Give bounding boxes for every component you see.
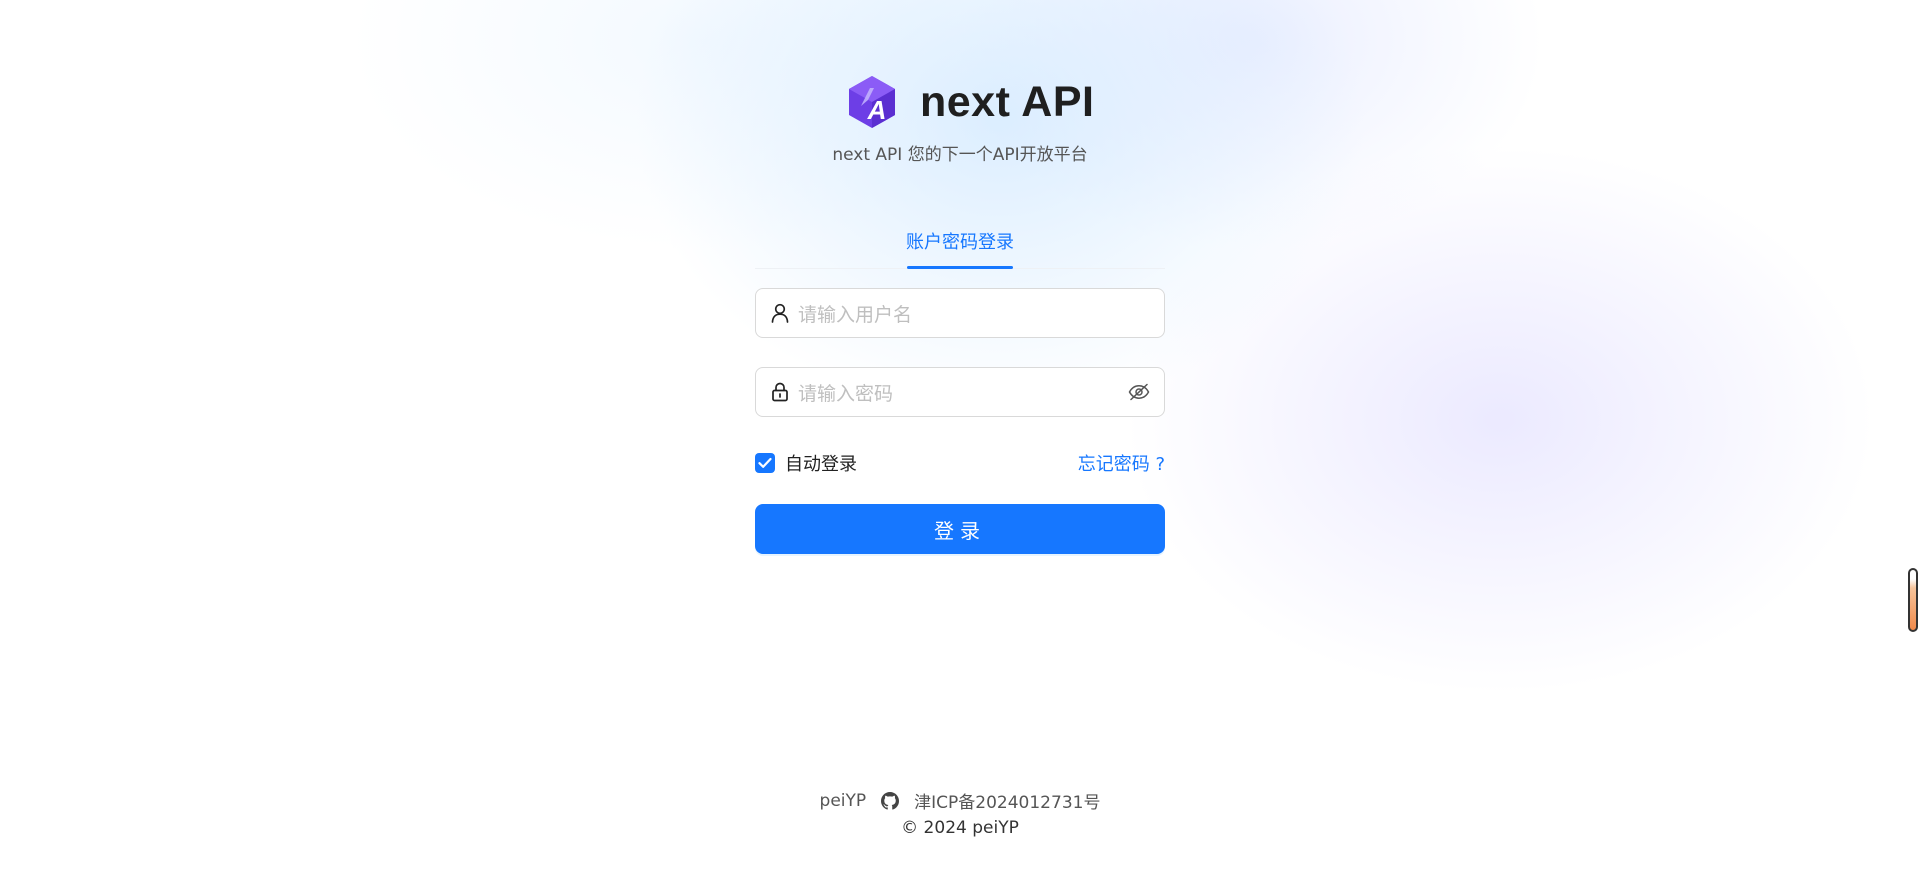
- svg-text:A: A: [867, 95, 887, 125]
- footer-author-link[interactable]: peiYP: [820, 791, 867, 811]
- side-scroll-handle[interactable]: [1908, 568, 1918, 632]
- password-input[interactable]: 请输入密码: [798, 379, 1128, 406]
- eye-invisible-icon[interactable]: [1128, 381, 1150, 403]
- github-icon[interactable]: [880, 791, 900, 811]
- login-button[interactable]: 登录: [755, 504, 1165, 554]
- check-icon: [758, 457, 772, 468]
- tab-account-password[interactable]: 账户密码登录: [755, 228, 1165, 254]
- forgot-password-link[interactable]: 忘记密码 ?: [1078, 450, 1165, 476]
- remember-me[interactable]: 自动登录: [755, 450, 857, 476]
- tab-active-indicator: [907, 266, 1013, 269]
- username-field[interactable]: 请输入用户名: [755, 288, 1165, 338]
- lock-icon: [770, 382, 790, 402]
- login-tabs: 账户密码登录: [755, 222, 1165, 269]
- remember-checkbox[interactable]: [755, 453, 775, 473]
- user-icon: [770, 303, 790, 323]
- footer-links: peiYP 津ICP备2024012731号: [0, 788, 1920, 814]
- password-field[interactable]: 请输入密码: [755, 367, 1165, 417]
- hexagon-a-logo-icon: A: [849, 76, 895, 128]
- app-title: next API: [920, 77, 1095, 126]
- username-input[interactable]: 请输入用户名: [798, 300, 1164, 327]
- login-page: A next API next API 您的下一个API开放平台 账户密码登录 …: [0, 0, 1920, 869]
- footer-icp-link[interactable]: 津ICP备2024012731号: [914, 788, 1100, 813]
- brand: A next API: [846, 72, 1094, 132]
- app-subtitle: next API 您的下一个API开放平台: [832, 145, 1088, 165]
- footer-copyright: © 2024 peiYP: [901, 818, 1019, 838]
- remember-label[interactable]: 自动登录: [785, 450, 857, 476]
